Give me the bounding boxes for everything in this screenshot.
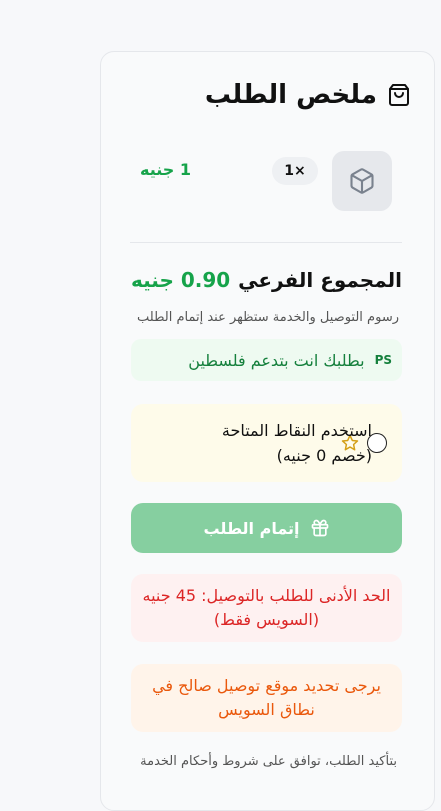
page-title: ملخص الطلب [204,80,377,110]
gift-icon [311,519,328,537]
points-line-2: (خصم 0 جنيه) [276,446,372,465]
package-icon [350,168,374,194]
subtotal-value: 0.90 جنيه [131,268,231,292]
location-warning: يرجى تحديد موقع توصيل صالح في نطاق السوي… [131,664,402,732]
fees-note: رسوم التوصيل والخدمة ستظهر عند إتمام الط… [137,310,399,325]
item-quantity: 1× [272,157,318,185]
palestine-support-banner: PS بطلبك انت بتدعم فلسطين [131,339,402,381]
item-price: 1 جنيه [140,160,192,179]
terms-note: بتأكيد الطلب، توافق على شروط وأحكام الخد… [140,754,397,769]
points-line-1: استخدم النقاط المتاحة [221,421,372,440]
product-thumbnail [332,151,392,211]
banner-text: بطلبك انت بتدعم فلسطين [188,350,365,370]
subtotal-label: المجموع الفرعي [238,268,402,292]
shopping-bag-icon [389,84,409,106]
checkout-label: إتمام الطلب [203,518,300,538]
points-label: استخدم النقاط المتاحة (خصم 0 جنيه) [222,418,372,468]
checkout-button[interactable]: إتمام الطلب [131,503,402,553]
divider [130,242,402,243]
summary-header: ملخص الطلب [205,80,411,110]
ps-badge: PS [374,353,392,367]
min-order-warning: الحد الأدنى للطلب بالتوصيل: 45 جنيه (الس… [131,574,402,642]
